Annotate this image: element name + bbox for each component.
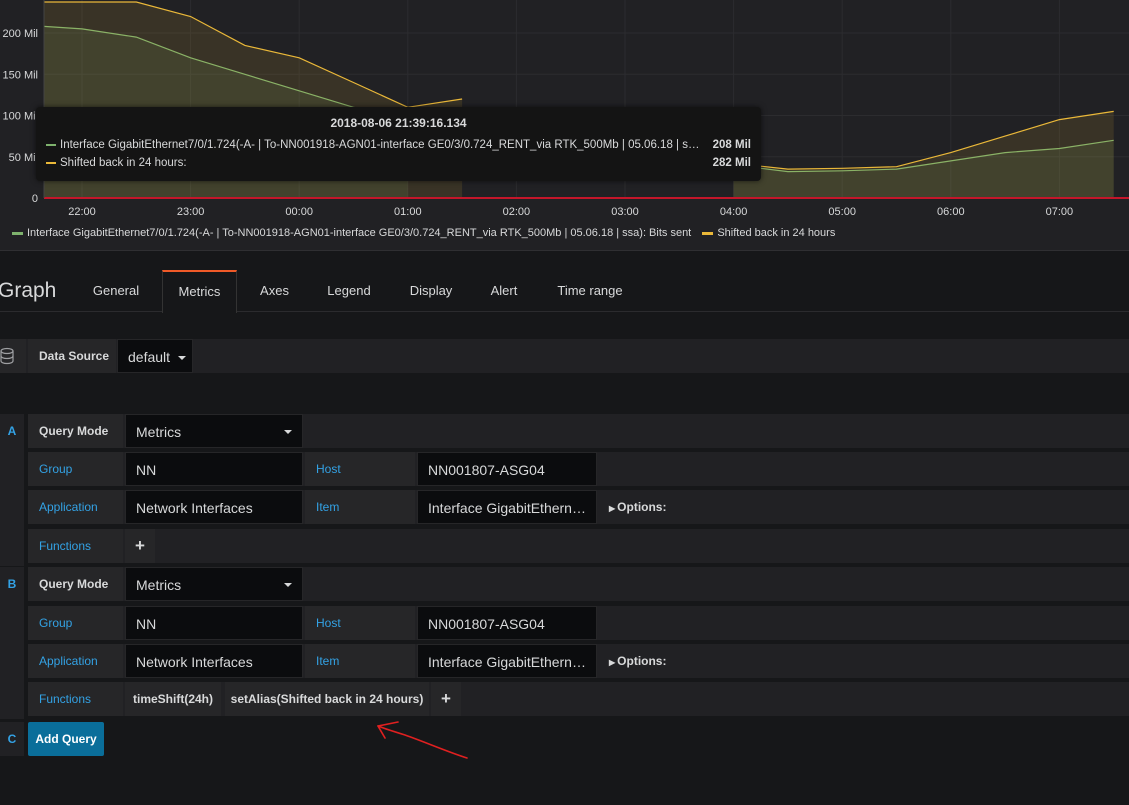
annotation-arrow xyxy=(377,721,468,759)
